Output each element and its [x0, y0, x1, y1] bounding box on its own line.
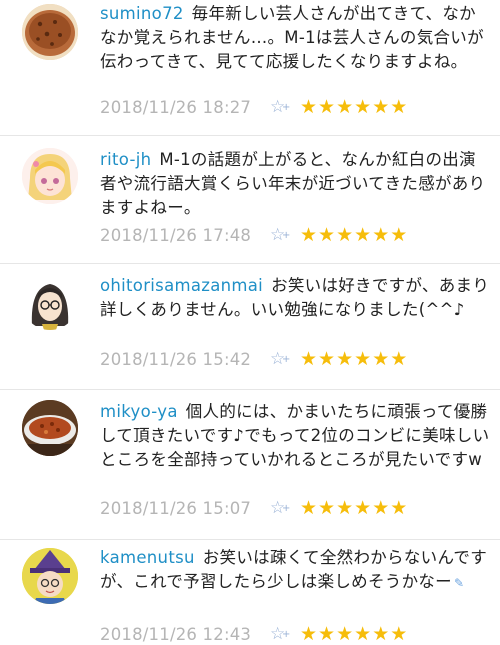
pen-icon: ✎ [453, 576, 465, 590]
star-icon: ★ [390, 224, 408, 246]
star-icon: ★ [318, 96, 336, 118]
anime-girl-avatar-image [22, 148, 78, 204]
star-icon: ★ [318, 623, 336, 645]
rating-stars: ★ ★ ★ ★ ★ ★ [300, 623, 407, 645]
star-icon: ★ [318, 224, 336, 246]
star-icon: ★ [372, 224, 390, 246]
rating-stars: ★ ★ ★ ★ ★ ★ [300, 497, 407, 519]
comment-meta: 2018/11/26 17:48 ☆ + ★ ★ ★ ★ ★ ★ [100, 224, 407, 246]
avatar[interactable] [22, 148, 78, 204]
glasses-character-avatar-image [22, 274, 78, 330]
timestamp: 2018/11/26 18:27 [100, 97, 252, 117]
comment-meta: 2018/11/26 15:07 ☆ + ★ ★ ★ ★ ★ ★ [100, 497, 407, 519]
star-icon: ★ [372, 497, 390, 519]
comment-item: mikyo-ya 個人的には、かまいたちに頑張って優勝して頂きたいです♪でもって2… [0, 390, 500, 540]
star-icon: ★ [372, 96, 390, 118]
star-plus-icon[interactable]: ☆ + [270, 97, 300, 117]
rating-stars: ★ ★ ★ ★ ★ ★ [300, 96, 407, 118]
timestamp: 2018/11/26 12:43 [100, 624, 252, 644]
star-icon: ★ [318, 497, 336, 519]
star-icon: ★ [390, 623, 408, 645]
star-icon: ★ [300, 224, 318, 246]
star-icon: ★ [372, 623, 390, 645]
food-avatar-image [22, 400, 78, 456]
comment-body: sumino72 毎年新しい芸人さんが出てきて、なかなか覚えられません…。M-1は… [100, 2, 492, 74]
comment-body: ohitorisamazanmai お笑いは好きですが、あまり詳しくありません。い… [100, 274, 492, 322]
star-icon: ★ [300, 96, 318, 118]
star-icon: ★ [318, 348, 336, 370]
comment-meta: 2018/11/26 15:42 ☆ + ★ ★ ★ ★ ★ ★ [100, 348, 407, 370]
star-icon: ★ [336, 348, 354, 370]
star-icon: ★ [336, 623, 354, 645]
comment-meta: 2018/11/26 12:43 ☆ + ★ ★ ★ ★ ★ ★ [100, 623, 407, 645]
star-icon: ★ [300, 497, 318, 519]
star-icon: ★ [390, 348, 408, 370]
star-icon: ★ [300, 348, 318, 370]
username-link[interactable]: ohitorisamazanmai [100, 276, 263, 295]
star-icon: ★ [354, 623, 372, 645]
star-icon: ★ [336, 224, 354, 246]
username-link[interactable]: kamenutsu [100, 548, 195, 567]
avatar[interactable] [22, 4, 78, 60]
star-icon: ★ [300, 623, 318, 645]
witch-character-avatar-image [22, 548, 78, 604]
star-plus-icon[interactable]: ☆ + [270, 624, 300, 644]
star-icon: ★ [390, 497, 408, 519]
comment-item: sumino72 毎年新しい芸人さんが出てきて、なかなか覚えられません…。M-1は… [0, 0, 500, 136]
star-icon: ★ [372, 348, 390, 370]
star-plus-icon[interactable]: ☆ + [270, 225, 300, 245]
comment-meta: 2018/11/26 18:27 ☆ + ★ ★ ★ ★ ★ ★ [100, 96, 407, 118]
avatar[interactable] [22, 548, 78, 604]
username-link[interactable]: mikyo-ya [100, 402, 178, 421]
avatar[interactable] [22, 274, 78, 330]
star-icon: ★ [390, 96, 408, 118]
comment-item: rito-jh M-1の話題が上がると、なんか紅白の出演者や流行語大賞くらい年末が… [0, 136, 500, 264]
star-icon: ★ [336, 96, 354, 118]
comment-body: mikyo-ya 個人的には、かまいたちに頑張って優勝して頂きたいです♪でもって2… [100, 400, 492, 472]
rating-stars: ★ ★ ★ ★ ★ ★ [300, 224, 407, 246]
username-link[interactable]: rito-jh [100, 150, 151, 169]
comment-text: M-1の話題が上がると、なんか紅白の出演者や流行語大賞くらい年末が近づいてきた感… [100, 150, 486, 217]
star-icon: ★ [354, 96, 372, 118]
comment-body: rito-jh M-1の話題が上がると、なんか紅白の出演者や流行語大賞くらい年末が… [100, 148, 492, 220]
username-link[interactable]: sumino72 [100, 4, 184, 23]
star-icon: ★ [354, 497, 372, 519]
star-plus-icon[interactable]: ☆ + [270, 349, 300, 369]
comment-item: ohitorisamazanmai お笑いは好きですが、あまり詳しくありません。い… [0, 264, 500, 390]
star-icon: ★ [354, 348, 372, 370]
avatar[interactable] [22, 400, 78, 456]
star-icon: ★ [354, 224, 372, 246]
rating-stars: ★ ★ ★ ★ ★ ★ [300, 348, 407, 370]
bread-avatar-image [22, 4, 78, 60]
comment-item: kamenutsu お笑いは疎くて全然わからないんですが、これで予習したら少しは楽… [0, 540, 500, 645]
timestamp: 2018/11/26 17:48 [100, 225, 252, 245]
timestamp: 2018/11/26 15:42 [100, 349, 252, 369]
star-plus-icon[interactable]: ☆ + [270, 498, 300, 518]
timestamp: 2018/11/26 15:07 [100, 498, 252, 518]
comment-body: kamenutsu お笑いは疎くて全然わからないんですが、これで予習したら少しは楽… [100, 546, 492, 595]
star-icon: ★ [336, 497, 354, 519]
